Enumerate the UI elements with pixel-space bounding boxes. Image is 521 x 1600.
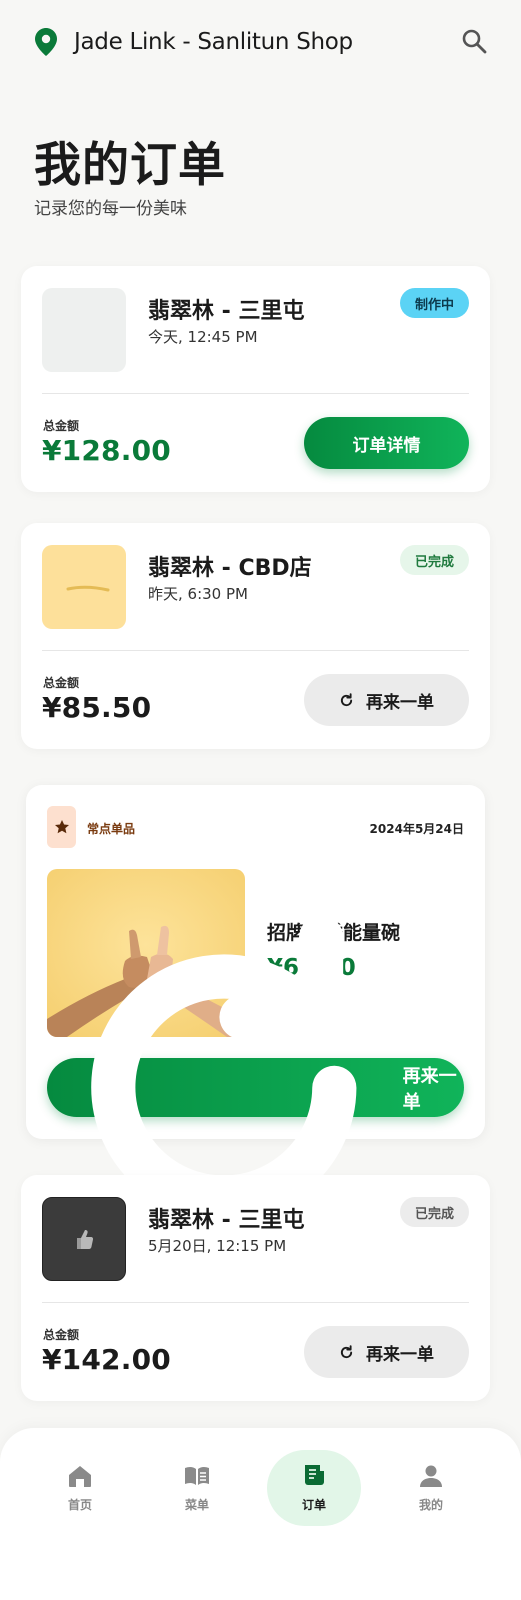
order-card[interactable]: 翡翠林 - 三里屯 今天, 12:45 PM 制作中 总金额 ¥128.00 订…	[21, 266, 490, 492]
nav-label: 订单	[301, 1498, 326, 1512]
order-store-name: 翡翠林 - 三里屯	[148, 299, 305, 324]
shop-name[interactable]: Jade Link - Sanlitun Shop	[74, 29, 353, 55]
location-pin-icon	[35, 28, 57, 56]
order-thumbnail	[42, 1197, 126, 1281]
reorder-label: 再来一单	[366, 692, 434, 713]
home-icon	[69, 1466, 91, 1487]
person-icon	[420, 1465, 442, 1487]
order-thumbnail	[42, 545, 126, 629]
star-badge	[47, 806, 76, 848]
bottom-nav: 首页 菜单 订单 我的	[0, 1428, 521, 1600]
page-title: 我的订单	[34, 138, 226, 193]
reorder-button[interactable]: 再来一单	[304, 1326, 469, 1378]
status-badge: 已完成	[399, 545, 469, 575]
order-details-label: 订单详情	[352, 435, 421, 456]
app-header: Jade Link - Sanlitun Shop	[0, 0, 521, 84]
nav-label: 我的	[418, 1498, 443, 1512]
order-time: 5月20日, 12:15 PM	[148, 1237, 287, 1255]
total-label: 总金额	[43, 676, 80, 690]
reorder-label: 再来一单	[366, 1344, 434, 1365]
total-label: 总金额	[43, 419, 80, 433]
star-icon	[54, 820, 69, 834]
order-card[interactable]: 翡翠林 - CBD店 昨天, 6:30 PM 已完成 总金额 ¥85.50 再来…	[21, 523, 490, 749]
favorite-date: 2024年5月24日	[369, 822, 464, 836]
search-icon[interactable]	[461, 28, 487, 54]
thumbs-up-icon	[77, 1230, 94, 1249]
refresh-icon	[340, 1344, 353, 1358]
menu-book-icon	[185, 1466, 209, 1485]
receipt-icon	[305, 1465, 324, 1485]
refresh-icon	[340, 692, 353, 706]
reorder-favorite-button[interactable]: 再来一单	[47, 915, 464, 1220]
order-store-name: 翡翠林 - 三里屯	[148, 1208, 305, 1233]
page-subtitle: 记录您的每一份美味	[34, 199, 187, 219]
order-total: ¥128.00	[42, 434, 171, 467]
nav-label: 菜单	[184, 1498, 209, 1512]
nav-label: 首页	[67, 1498, 92, 1512]
nav-item-profile[interactable]: 我的	[384, 1450, 478, 1526]
favorite-item-card: 常点单品 2024年5月24日 招牌春季能量碗 ¥62.00 再来一单	[26, 785, 485, 1220]
order-details-button[interactable]: 订单详情	[304, 417, 469, 469]
order-thumbnail	[42, 288, 126, 372]
order-time: 今天, 12:45 PM	[148, 328, 258, 346]
order-store-name: 翡翠林 - CBD店	[148, 556, 312, 581]
nav-item-home[interactable]: 首页	[33, 1450, 127, 1526]
order-time: 昨天, 6:30 PM	[148, 585, 248, 603]
favorite-tag: 常点单品	[87, 822, 136, 836]
reorder-label: 再来一单	[402, 1065, 457, 1113]
order-total: ¥142.00	[42, 1343, 171, 1376]
divider	[42, 650, 469, 651]
total-label: 总金额	[43, 1328, 80, 1342]
order-total: ¥85.50	[42, 691, 152, 724]
food-image	[66, 585, 110, 592]
status-badge: 制作中	[399, 288, 469, 318]
status-badge: 已完成	[399, 1197, 469, 1227]
divider	[42, 1302, 469, 1303]
divider	[42, 393, 469, 394]
reorder-button[interactable]: 再来一单	[304, 674, 469, 726]
nav-item-menu[interactable]: 菜单	[150, 1450, 244, 1526]
order-card[interactable]: 翡翠林 - 三里屯 5月20日, 12:15 PM 已完成 总金额 ¥142.0…	[21, 1175, 490, 1401]
nav-item-orders[interactable]: 订单	[267, 1450, 361, 1526]
